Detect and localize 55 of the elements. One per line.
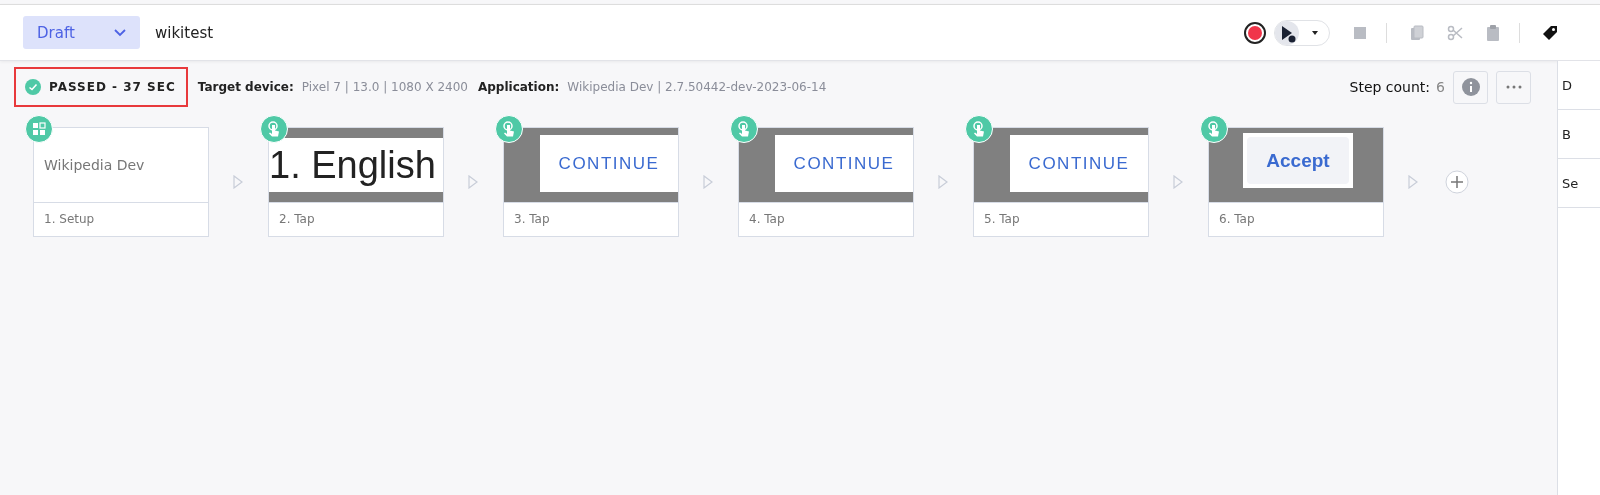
step-label: 5. Tap — [983, 211, 1021, 228]
tap-icon — [730, 115, 758, 143]
tap-icon — [1200, 115, 1228, 143]
step-count-value: 6 — [1436, 79, 1445, 95]
step-label: 4. Tap — [748, 211, 786, 228]
copy-icon[interactable] — [1409, 24, 1425, 41]
step-label: 6. Tap — [1218, 211, 1256, 228]
grid-icon — [25, 115, 53, 143]
info-button[interactable] — [1453, 70, 1488, 104]
result-text: PASSED - 37 SEC — [49, 80, 176, 94]
check-icon — [25, 79, 41, 95]
chevron-down-icon — [114, 28, 126, 37]
screenshot-thumbnail: CONTINUE — [504, 128, 678, 202]
arrow-icon — [468, 175, 478, 189]
screenshot-thumbnail: CONTINUE — [974, 128, 1148, 202]
arrow-icon — [1408, 175, 1418, 189]
panel-tab[interactable]: D — [1558, 61, 1600, 110]
application-value: Wikipedia Dev | 2.7.50442-dev-2023-06-14 — [567, 80, 827, 94]
more-button[interactable] — [1496, 70, 1531, 104]
app-name: Wikipedia Dev — [43, 157, 145, 173]
step-card[interactable]: CONTINUE 3. Tap — [503, 127, 679, 237]
tap-icon — [260, 115, 288, 143]
panel-tab[interactable]: Se — [1558, 159, 1600, 208]
step-label: 1. Setup — [43, 211, 96, 228]
tap-icon — [965, 115, 993, 143]
arrow-icon — [1173, 175, 1183, 189]
target-device-label: Target device: — [197, 80, 294, 94]
panel-tab[interactable]: B — [1558, 110, 1600, 159]
arrow-icon — [938, 175, 948, 189]
add-step-icon[interactable] — [1445, 170, 1469, 194]
step-card[interactable]: 1. English 2. Tap — [268, 127, 444, 237]
screenshot-thumbnail: CONTINUE — [739, 128, 913, 202]
step-card[interactable]: Accept 6. Tap — [1208, 127, 1384, 237]
step-card[interactable]: CONTINUE 4. Tap — [738, 127, 914, 237]
clipboard-icon[interactable] — [1485, 24, 1501, 41]
step-label: 3. Tap — [513, 211, 551, 228]
caret-icon — [1310, 29, 1320, 36]
application-label: Application: — [477, 80, 560, 94]
arrow-icon — [233, 175, 243, 189]
arrow-icon — [703, 175, 713, 189]
step-card[interactable]: Wikipedia Dev 1. Setup — [33, 127, 209, 237]
screenshot-thumbnail: Accept — [1209, 128, 1383, 202]
info-icon — [1461, 78, 1480, 96]
step-count-label: Step count: — [1349, 79, 1431, 95]
tap-icon — [495, 115, 523, 143]
step-label: 2. Tap — [278, 211, 316, 228]
more-icon — [1505, 85, 1522, 89]
status-dropdown[interactable]: Draft — [23, 16, 140, 49]
record-icon[interactable] — [1244, 21, 1266, 44]
scissors-icon[interactable] — [1447, 24, 1463, 41]
screenshot-thumbnail: 1. English — [269, 128, 443, 202]
tag-icon[interactable] — [1542, 24, 1558, 41]
step-card[interactable]: CONTINUE 5. Tap — [973, 127, 1149, 237]
test-name: wikitest — [155, 23, 214, 42]
target-device-value: Pixel 7 | 13.0 | 1080 X 2400 — [301, 80, 468, 94]
